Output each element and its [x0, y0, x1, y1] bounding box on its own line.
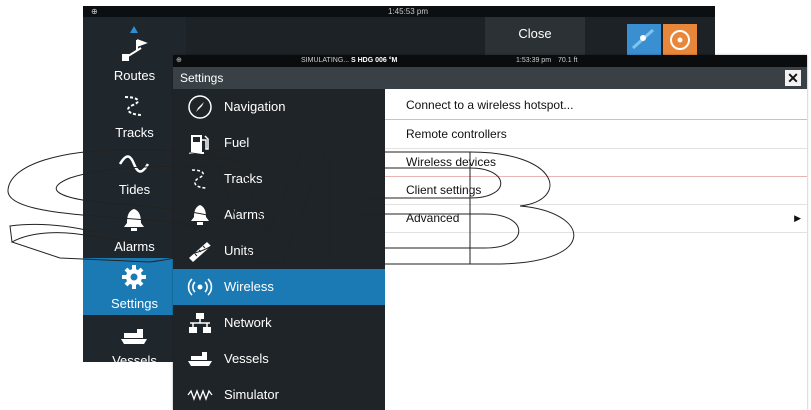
list-item-advanced[interactable]: Advanced ▶: [385, 204, 807, 233]
bell-icon: [124, 209, 144, 231]
page-title: Settings: [180, 71, 224, 85]
sidebar-item-navigation[interactable]: Navigation: [173, 89, 385, 125]
sidebar-item-label: Navigation: [224, 99, 286, 114]
bg-sidebar-item-vessels[interactable]: Vessels: [83, 315, 186, 362]
tides-icon: [119, 155, 149, 173]
status-heading: S HDG 006 °M: [351, 57, 398, 64]
sidebar-item-simulator[interactable]: Simulator: [173, 377, 385, 410]
simulator-icon: [187, 389, 213, 401]
ruler-icon: [189, 242, 211, 262]
sidebar-item-label: Fuel: [224, 135, 250, 150]
compass-icon: [188, 95, 212, 119]
bg-status-time: 1:45:53 pm: [388, 7, 429, 16]
sidebar-item-units[interactable]: Units: [173, 233, 385, 269]
bg-sidebar-item-tides[interactable]: Tides: [83, 144, 186, 201]
helm-tile-icon[interactable]: [663, 24, 697, 56]
list-item-label: Connect to a wireless hotspot...: [406, 98, 574, 112]
wireless-settings-list: Connect to a wireless hotspot... Remote …: [385, 89, 807, 410]
list-item-label: Remote controllers: [406, 127, 507, 141]
bell-icon: [191, 205, 209, 225]
vessels-icon: [121, 329, 147, 344]
sidebar-item-label: Units: [224, 243, 254, 258]
sidebar-item-label: Wireless: [224, 279, 274, 294]
globe-icon: ⊕: [176, 57, 182, 64]
chevron-right-icon: ▶: [794, 213, 801, 223]
bg-sidebar-label: Tracks: [115, 125, 154, 140]
bg-sidebar-label: Alarms: [114, 239, 155, 254]
close-button[interactable]: ✕: [785, 70, 801, 86]
list-item-label: Advanced: [406, 211, 460, 225]
bg-sidebar-item-settings[interactable]: Settings: [83, 258, 186, 315]
bg-sidebar-label: Settings: [111, 296, 158, 311]
tracks-icon: [191, 169, 208, 189]
sidebar-item-label: Vessels: [224, 351, 269, 366]
list-item-label: Wireless devices: [406, 155, 497, 169]
bg-sidebar: Routes Tracks Tides Alarms Settings Vess…: [83, 17, 186, 362]
wireless-icon: [187, 278, 213, 296]
sidebar-item-network[interactable]: Network: [173, 305, 385, 341]
close-icon: ✕: [787, 70, 799, 86]
sidebar-item-vessels[interactable]: Vessels: [173, 341, 385, 377]
settings-title-bar: Settings ✕: [173, 67, 807, 89]
sidebar-item-tracks[interactable]: Tracks: [173, 161, 385, 197]
status-time: 1:53:39 pm: [516, 57, 552, 64]
chart-tile-icon[interactable]: [627, 24, 661, 56]
tracks-icon: [124, 96, 144, 116]
list-item-label: Client settings: [406, 183, 482, 197]
settings-sidebar: Navigation Fuel Tracks Alarms Units Wire…: [173, 89, 385, 410]
gear-icon: [122, 265, 146, 289]
sidebar-item-label: Network: [224, 315, 272, 330]
bg-sidebar-item-routes[interactable]: Routes: [83, 30, 186, 87]
bg-app-tiles: [623, 20, 703, 56]
status-simulating: SIMULATING...: [301, 57, 350, 64]
bg-close-button[interactable]: Close: [485, 17, 585, 57]
routes-icon: [122, 39, 148, 61]
sidebar-item-alarms[interactable]: Alarms: [173, 197, 385, 233]
fuel-pump-icon: [189, 135, 209, 154]
sidebar-item-label: Tracks: [224, 171, 263, 186]
sidebar-item-label: Simulator: [224, 387, 279, 402]
sidebar-item-wireless[interactable]: Wireless: [173, 269, 385, 305]
fg-status-bar: ⊕ SIMULATING... S HDG 006 °M 1:53:39 pm …: [173, 55, 807, 67]
sidebar-item-label: Alarms: [224, 207, 265, 222]
list-item-connect-hotspot[interactable]: Connect to a wireless hotspot...: [385, 91, 807, 120]
bg-sidebar-label: Routes: [113, 68, 156, 83]
bg-sidebar-label: Vessels: [112, 353, 157, 362]
bg-sidebar-item-tracks[interactable]: Tracks: [83, 87, 186, 144]
sidebar-item-fuel[interactable]: Fuel: [173, 125, 385, 161]
list-item-wireless-devices[interactable]: Wireless devices: [385, 148, 807, 177]
settings-window: ⊕ SIMULATING... S HDG 006 °M 1:53:39 pm …: [173, 55, 807, 410]
bg-sidebar-label: Tides: [118, 182, 151, 197]
bg-sidebar-item-alarms[interactable]: Alarms: [83, 201, 186, 258]
list-item-client-settings[interactable]: Client settings: [385, 176, 807, 205]
vessels-icon: [188, 352, 212, 366]
network-icon: [189, 313, 211, 333]
list-item-remote-controllers[interactable]: Remote controllers: [385, 120, 807, 149]
status-depth: 70.1 ft: [558, 57, 578, 64]
